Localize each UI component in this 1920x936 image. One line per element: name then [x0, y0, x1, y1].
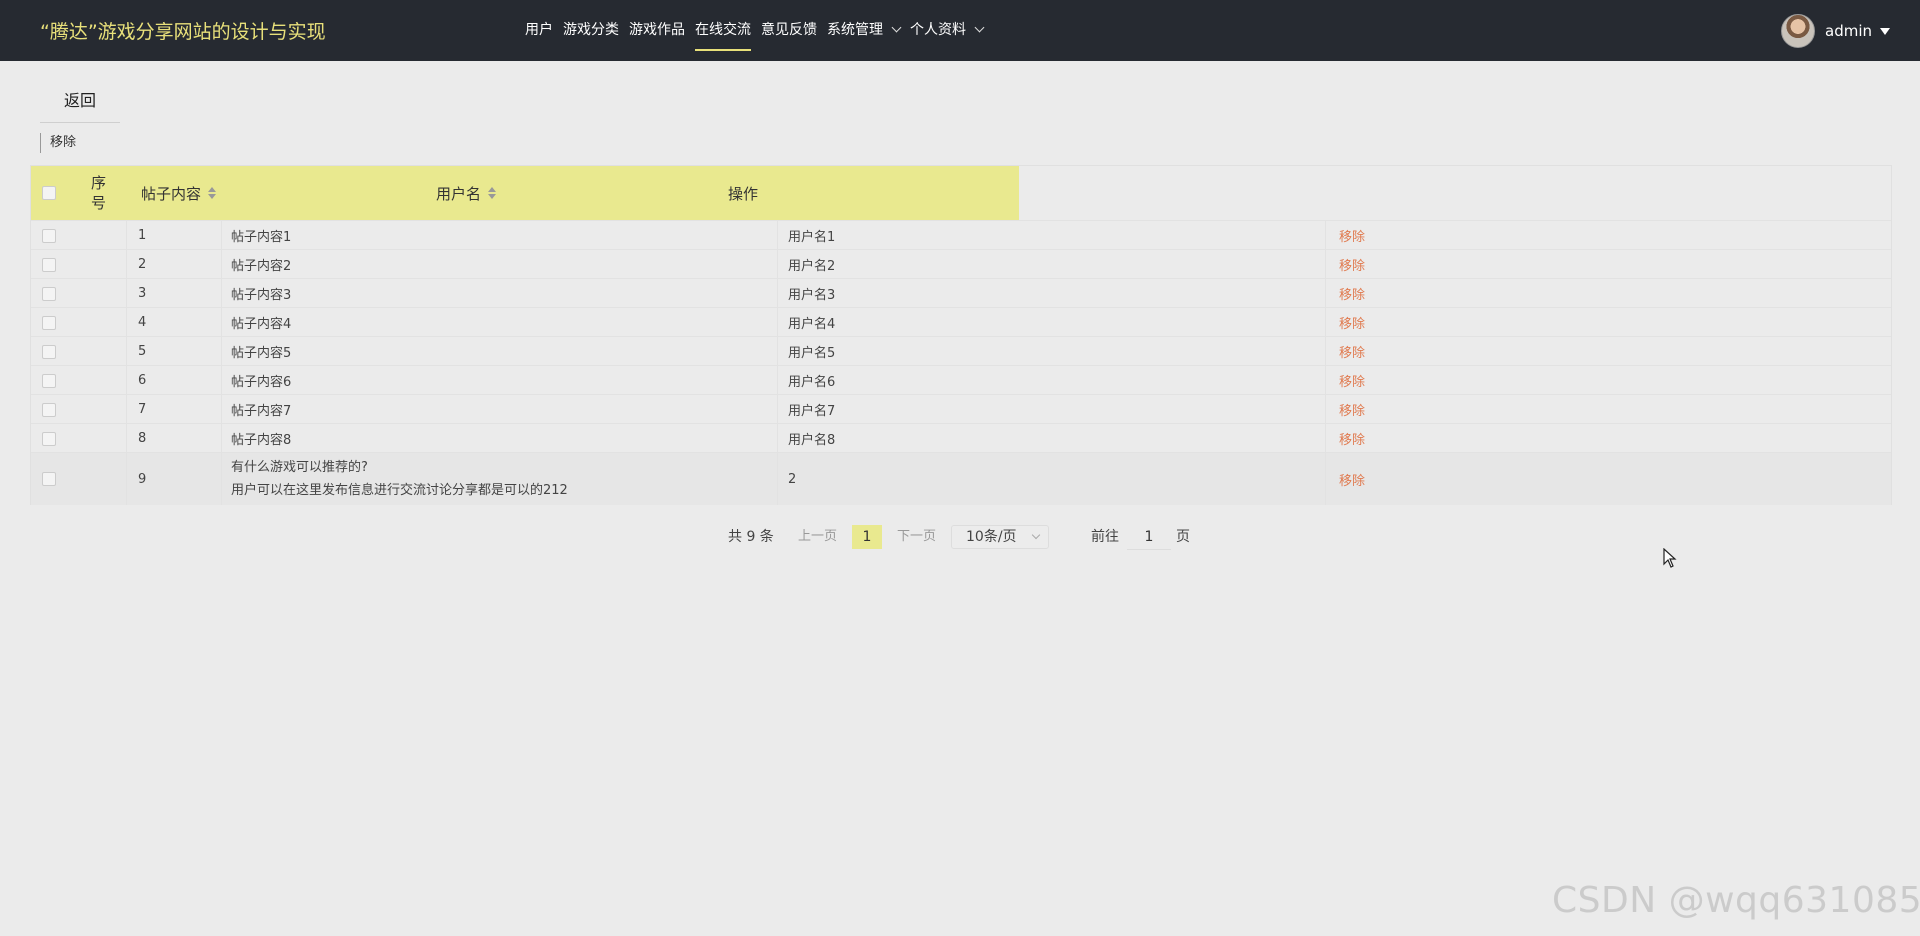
- row-username: 用户名3: [788, 288, 836, 303]
- row-remove-link[interactable]: 移除: [1339, 279, 1365, 308]
- table-row: 5 帖子内容5 用户名5 移除: [31, 336, 1891, 366]
- row-username: 用户名6: [788, 375, 836, 390]
- username: admin: [1825, 22, 1872, 40]
- row-content: 帖子内容7: [231, 404, 292, 419]
- row-username: 用户名1: [788, 230, 836, 245]
- row-checkbox[interactable]: [42, 315, 56, 330]
- header-content[interactable]: 帖子内容: [141, 166, 217, 220]
- posts-table: 序 号 帖子内容 用户名 操作 1 帖子内容1 用户名1 移除 2 帖子内容2 用户名2 移除…: [30, 165, 1892, 505]
- table-row: 6 帖子内容6 用户名6 移除: [31, 365, 1891, 395]
- table-row: 3 帖子内容3 用户名3 移除: [31, 278, 1891, 308]
- goto-label: 前往: [1091, 529, 1119, 545]
- main-nav: 用户 游戏分类 游戏作品 在线交流 意见反馈 系统管理 个人资料: [520, 0, 988, 61]
- row-index: 4: [138, 315, 147, 330]
- row-checkbox[interactable]: [42, 344, 56, 359]
- row-content: 帖子内容3: [231, 288, 292, 303]
- sort-icon[interactable]: [208, 187, 217, 199]
- mouse-cursor-icon: [1663, 548, 1677, 568]
- table-row: 8 帖子内容8 用户名8 移除: [31, 423, 1891, 453]
- watermark: CSDN @wqq6310855: [1552, 880, 1920, 921]
- row-index: 5: [138, 344, 147, 359]
- chevron-down-icon: [891, 22, 902, 33]
- user-menu[interactable]: admin: [1781, 14, 1890, 48]
- site-title: “腾达”游戏分享网站的设计与实现: [40, 21, 326, 43]
- row-content: 帖子内容2: [231, 259, 292, 274]
- row-content: 帖子内容5: [231, 346, 292, 361]
- row-username: 用户名4: [788, 317, 836, 332]
- row-content: 帖子内容4: [231, 317, 292, 332]
- table-row: 2 帖子内容2 用户名2 移除: [31, 249, 1891, 279]
- caret-down-icon: [1880, 27, 1890, 35]
- chevron-down-icon: [1031, 530, 1041, 540]
- back-button[interactable]: 返回: [40, 86, 120, 123]
- row-username: 2: [788, 471, 797, 487]
- row-remove-link[interactable]: 移除: [1339, 424, 1365, 453]
- row-index: 6: [138, 373, 147, 388]
- row-remove-link[interactable]: 移除: [1339, 221, 1365, 250]
- row-checkbox[interactable]: [42, 257, 56, 272]
- row-content: 帖子内容8: [231, 433, 292, 448]
- row-content: 帖子内容6: [231, 375, 292, 390]
- nav-users[interactable]: 用户: [520, 0, 558, 61]
- row-content: 帖子内容1: [231, 230, 292, 245]
- sort-icon[interactable]: [488, 187, 497, 199]
- table-header: 序 号 帖子内容 用户名 操作: [31, 166, 1019, 220]
- row-content: 有什么游戏可以推荐的? 用户可以在这里发布信息进行交流讨论分享都是可以的212: [231, 460, 568, 498]
- avatar: [1781, 14, 1815, 48]
- row-checkbox[interactable]: [42, 431, 56, 446]
- row-index: 8: [138, 431, 147, 446]
- nav-feedback[interactable]: 意见反馈: [756, 0, 822, 61]
- row-remove-link[interactable]: 移除: [1339, 395, 1365, 424]
- row-remove-link[interactable]: 移除: [1339, 453, 1365, 505]
- nav-system-management[interactable]: 系统管理: [822, 0, 905, 61]
- row-checkbox[interactable]: [42, 402, 56, 417]
- header-action: 操作: [728, 184, 759, 203]
- page-1-button[interactable]: 1: [852, 525, 882, 549]
- row-checkbox[interactable]: [42, 373, 56, 388]
- nav-game-works[interactable]: 游戏作品: [624, 0, 690, 61]
- table-row: 1 帖子内容1 用户名1 移除: [31, 220, 1891, 250]
- header-select-all[interactable]: [42, 166, 56, 220]
- row-index: 2: [138, 257, 147, 272]
- select-all-checkbox[interactable]: [42, 186, 56, 200]
- top-navbar: “腾达”游戏分享网站的设计与实现 用户 游戏分类 游戏作品 在线交流 意见反馈 …: [0, 0, 1920, 61]
- table-row: 4 帖子内容4 用户名4 移除: [31, 307, 1891, 337]
- row-remove-link[interactable]: 移除: [1339, 250, 1365, 279]
- header-username[interactable]: 用户名: [436, 166, 497, 220]
- nav-online-forum[interactable]: 在线交流: [690, 0, 756, 61]
- goto-suffix: 页: [1176, 529, 1190, 545]
- row-checkbox[interactable]: [42, 228, 56, 243]
- row-username: 用户名8: [788, 433, 836, 448]
- row-index: 9: [138, 471, 147, 487]
- goto-page-input[interactable]: [1127, 525, 1171, 550]
- prev-page-button[interactable]: 上一页: [798, 524, 837, 550]
- table-row: 9 有什么游戏可以推荐的? 用户可以在这里发布信息进行交流讨论分享都是可以的212 2…: [31, 452, 1891, 505]
- pagination: 共 9 条 上一页 1 下一页 10条/页 前往 页: [0, 524, 1920, 550]
- row-checkbox[interactable]: [42, 472, 56, 486]
- chevron-down-icon: [974, 22, 985, 33]
- table-row: 7 帖子内容7 用户名7 移除: [31, 394, 1891, 424]
- row-username: 用户名5: [788, 346, 836, 361]
- nav-game-categories[interactable]: 游戏分类: [558, 0, 624, 61]
- header-index: 序 号: [91, 174, 107, 212]
- row-index: 1: [138, 228, 147, 243]
- nav-profile[interactable]: 个人资料: [905, 0, 988, 61]
- row-checkbox[interactable]: [42, 286, 56, 301]
- page-size-select[interactable]: 10条/页: [951, 525, 1049, 549]
- row-index: 3: [138, 286, 147, 301]
- row-index: 7: [138, 402, 147, 417]
- next-page-button[interactable]: 下一页: [897, 524, 936, 550]
- row-remove-link[interactable]: 移除: [1339, 366, 1365, 395]
- row-username: 用户名2: [788, 259, 836, 274]
- bulk-remove-button[interactable]: 移除: [40, 133, 76, 153]
- row-remove-link[interactable]: 移除: [1339, 308, 1365, 337]
- pagination-total: 共 9 条: [728, 529, 774, 545]
- row-remove-link[interactable]: 移除: [1339, 337, 1365, 366]
- row-username: 用户名7: [788, 404, 836, 419]
